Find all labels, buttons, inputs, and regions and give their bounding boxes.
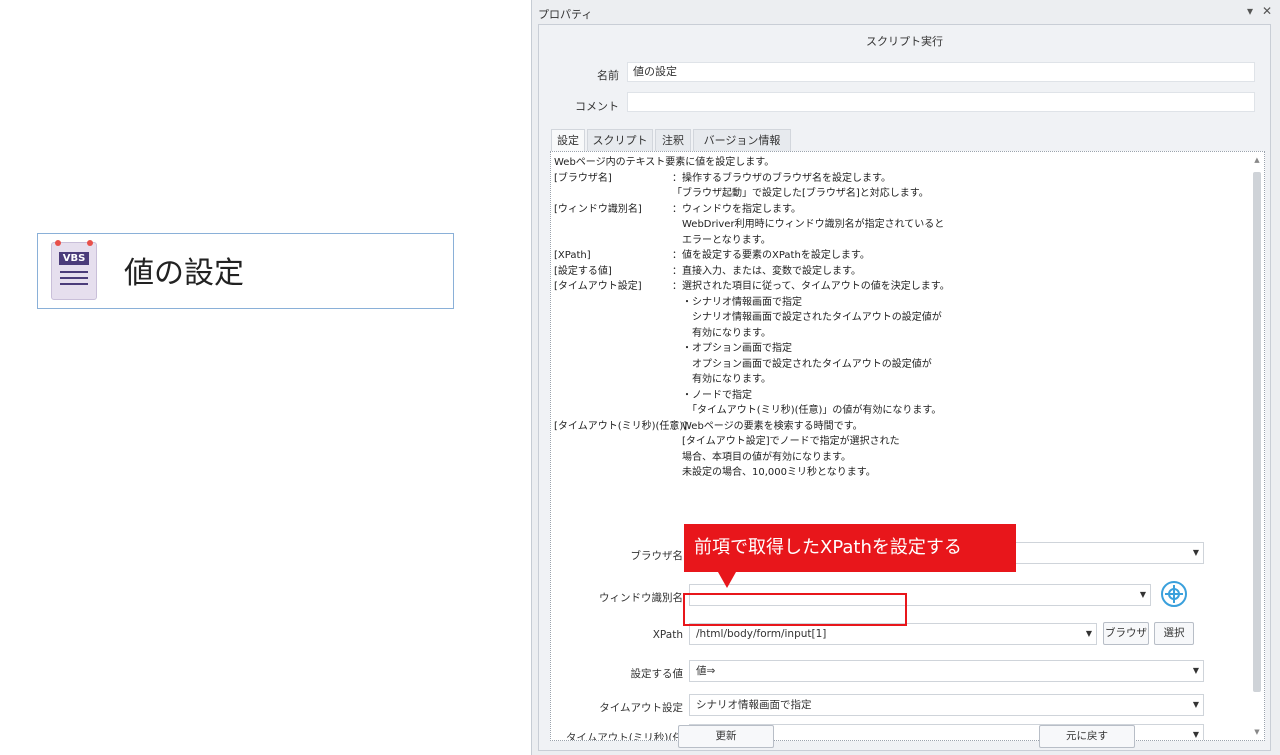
revert-button[interactable]: 元に戻す [1039,725,1135,748]
help-line: ・ノードで指定 [554,388,950,404]
chevron-down-icon: ▼ [1192,666,1199,675]
help-desc: ：Webページの要素を検索する時間です。 [672,420,863,432]
panel-body: スクリプト実行 名前 値の設定 コメント 設定 スクリプト 注釈 バージョン情報… [538,24,1271,751]
crosshair-target-icon[interactable] [1161,581,1187,607]
help-line: 有効になります。 [554,326,950,342]
help-desc: 「ブラウザ起動」で設定した[ブラウザ名]と対応します。 [672,188,929,199]
help-key: [ブラウザ名] [554,172,612,184]
set-value-select[interactable]: 値⇒ ▼ [689,660,1204,682]
settings-content: Webページ内のテキスト要素に値を設定します。 [ブラウザ名] ：操作するブラウザの… [550,151,1265,741]
help-line: 未設定の場合、10,000ミリ秒となります。 [554,465,950,481]
chevron-down-icon: ▼ [1085,629,1092,638]
tab-version-info[interactable]: バージョン情報 [693,129,791,151]
help-line: [ブラウザ名] ：操作するブラウザのブラウザ名を設定します。 [554,171,950,187]
help-desc: 有効になります。 [672,327,771,339]
help-desc: シナリオ情報画面で設定されたタイムアウトの設定値が [672,312,942,323]
vertical-scrollbar[interactable]: ▲ ▼ [1252,156,1262,736]
help-desc: ：選択された項目に従って、タイムアウトの値を決定します。 [672,281,950,292]
help-line: [ウィンドウ識別名] ：ウィンドウを指定します。 [554,202,950,218]
browser-name-label: ブラウザ名 [630,550,684,562]
chevron-down-icon: ▼ [1192,548,1199,557]
timeout-ms-label: タイムアウト(ミリ秒)(任意) [565,732,683,741]
help-desc: エラーとなります。 [672,234,771,246]
help-desc: [タイムアウト設定]でノードで指定が選択された [672,436,900,447]
help-desc: ・シナリオ情報画面で指定 [672,296,802,308]
help-text: Webページ内のテキスト要素に値を設定します。 [ブラウザ名] ：操作するブラウザの… [554,155,950,481]
help-line: オプション画面で設定されたタイムアウトの設定値が [554,357,950,373]
update-button[interactable]: 更新 [678,725,774,748]
timeout-mode-label: タイムアウト設定 [599,702,683,714]
help-desc: 場合、本項目の値が有効になります。 [672,451,851,463]
help-line: 「ブラウザ起動」で設定した[ブラウザ名]と対応します。 [554,186,950,202]
tab-settings[interactable]: 設定 [551,129,585,151]
xpath-select[interactable]: /html/body/form/input[1] ▼ [689,623,1097,645]
help-line: ・オプション画面で指定 [554,341,950,357]
select-button[interactable]: 選択 [1154,622,1194,645]
timeout-mode-value: シナリオ情報画面で指定 [696,699,812,711]
help-key: Webページ内のテキスト要素に値を設定します。 [554,157,775,168]
comment-field[interactable] [627,92,1255,112]
help-desc: ：直接入力、または、変数で設定します。 [672,265,861,277]
scroll-down-icon[interactable]: ▼ [1252,728,1262,736]
set-value-value: 値⇒ [696,665,716,677]
comment-label: コメント [575,100,619,113]
help-key: [XPath] [554,250,591,261]
pin-dropdown-icon[interactable]: ▾ [1247,4,1253,18]
vbs-script-icon: VBS [51,240,97,300]
help-key: [タイムアウト設定] [554,281,642,292]
node-label: 値の設定 [124,256,244,291]
help-line: エラーとなります。 [554,233,950,249]
set-value-label: 設定する値 [630,668,684,680]
help-line: [タイムアウト設定] ：選択された項目に従って、タイムアウトの値を決定します。 [554,279,950,295]
xpath-label: XPath [652,629,683,641]
timeout-mode-select[interactable]: シナリオ情報画面で指定 ▼ [689,694,1204,716]
help-key: [設定する値] [554,265,612,277]
help-desc: ・ノードで指定 [672,389,752,401]
name-label: 名前 [597,69,619,82]
help-line: ・シナリオ情報画面で指定 [554,295,950,311]
chevron-down-icon: ▼ [1192,700,1199,709]
help-desc: ：値を設定する要素のXPathを設定します。 [672,250,870,261]
script-node-card[interactable]: VBS 値の設定 [37,233,454,309]
help-key: [タイムアウト(ミリ秒)(任意)] [554,420,688,432]
close-icon[interactable]: ✕ [1262,4,1272,18]
help-line: [設定する値] ：直接入力、または、変数で設定します。 [554,264,950,280]
help-desc: オプション画面で設定されたタイムアウトの設定値が [672,358,932,370]
help-desc: 未設定の場合、10,000ミリ秒となります。 [672,467,876,478]
help-desc: ：操作するブラウザのブラウザ名を設定します。 [672,172,891,184]
browse-button[interactable]: ブラウザ [1103,622,1149,645]
help-desc: WebDriver利用時にウィンドウ識別名が指定されていると [672,219,945,230]
xpath-value: /html/body/form/input[1] [696,628,827,640]
node-type-header: スクリプト実行 [866,35,943,48]
tab-notes[interactable]: 注釈 [655,129,691,151]
help-line: [タイムアウト設定]でノードで指定が選択された [554,434,950,450]
help-line: 「タイムアウト(ミリ秒)(任意)」の値が有効になります。 [554,403,950,419]
vbs-icon-label: VBS [59,252,89,265]
annotation-callout: 前項で取得したXPathを設定する [684,524,1016,572]
name-field[interactable]: 値の設定 [627,62,1255,82]
help-line: 有効になります。 [554,372,950,388]
properties-panel: プロパティ ▾ ✕ スクリプト実行 名前 値の設定 コメント 設定 スクリプト … [531,0,1280,755]
scroll-up-icon[interactable]: ▲ [1252,156,1262,164]
chevron-down-icon: ▼ [1192,730,1199,739]
help-desc: 有効になります。 [672,374,771,385]
help-key: [ウィンドウ識別名] [554,203,642,215]
window-id-label: ウィンドウ識別名 [599,592,683,604]
callout-pointer [718,572,736,588]
help-line: [タイムアウト(ミリ秒)(任意)]：Webページの要素を検索する時間です。 [554,419,950,435]
help-line: シナリオ情報画面で設定されたタイムアウトの設定値が [554,310,950,326]
help-line: 場合、本項目の値が有効になります。 [554,450,950,466]
help-desc: ：ウィンドウを指定します。 [672,203,801,215]
scroll-thumb[interactable] [1253,172,1261,692]
xpath-highlight-box [683,593,907,626]
chevron-down-icon: ▼ [1139,590,1146,599]
tab-script[interactable]: スクリプト [587,129,653,151]
help-line: Webページ内のテキスト要素に値を設定します。 [554,155,950,171]
help-line: WebDriver利用時にウィンドウ識別名が指定されていると [554,217,950,233]
help-desc: ・オプション画面で指定 [672,343,792,354]
help-line: [XPath] ：値を設定する要素のXPathを設定します。 [554,248,950,264]
panel-title: プロパティ [538,8,593,21]
help-desc: 「タイムアウト(ミリ秒)(任意)」の値が有効になります。 [672,405,942,416]
